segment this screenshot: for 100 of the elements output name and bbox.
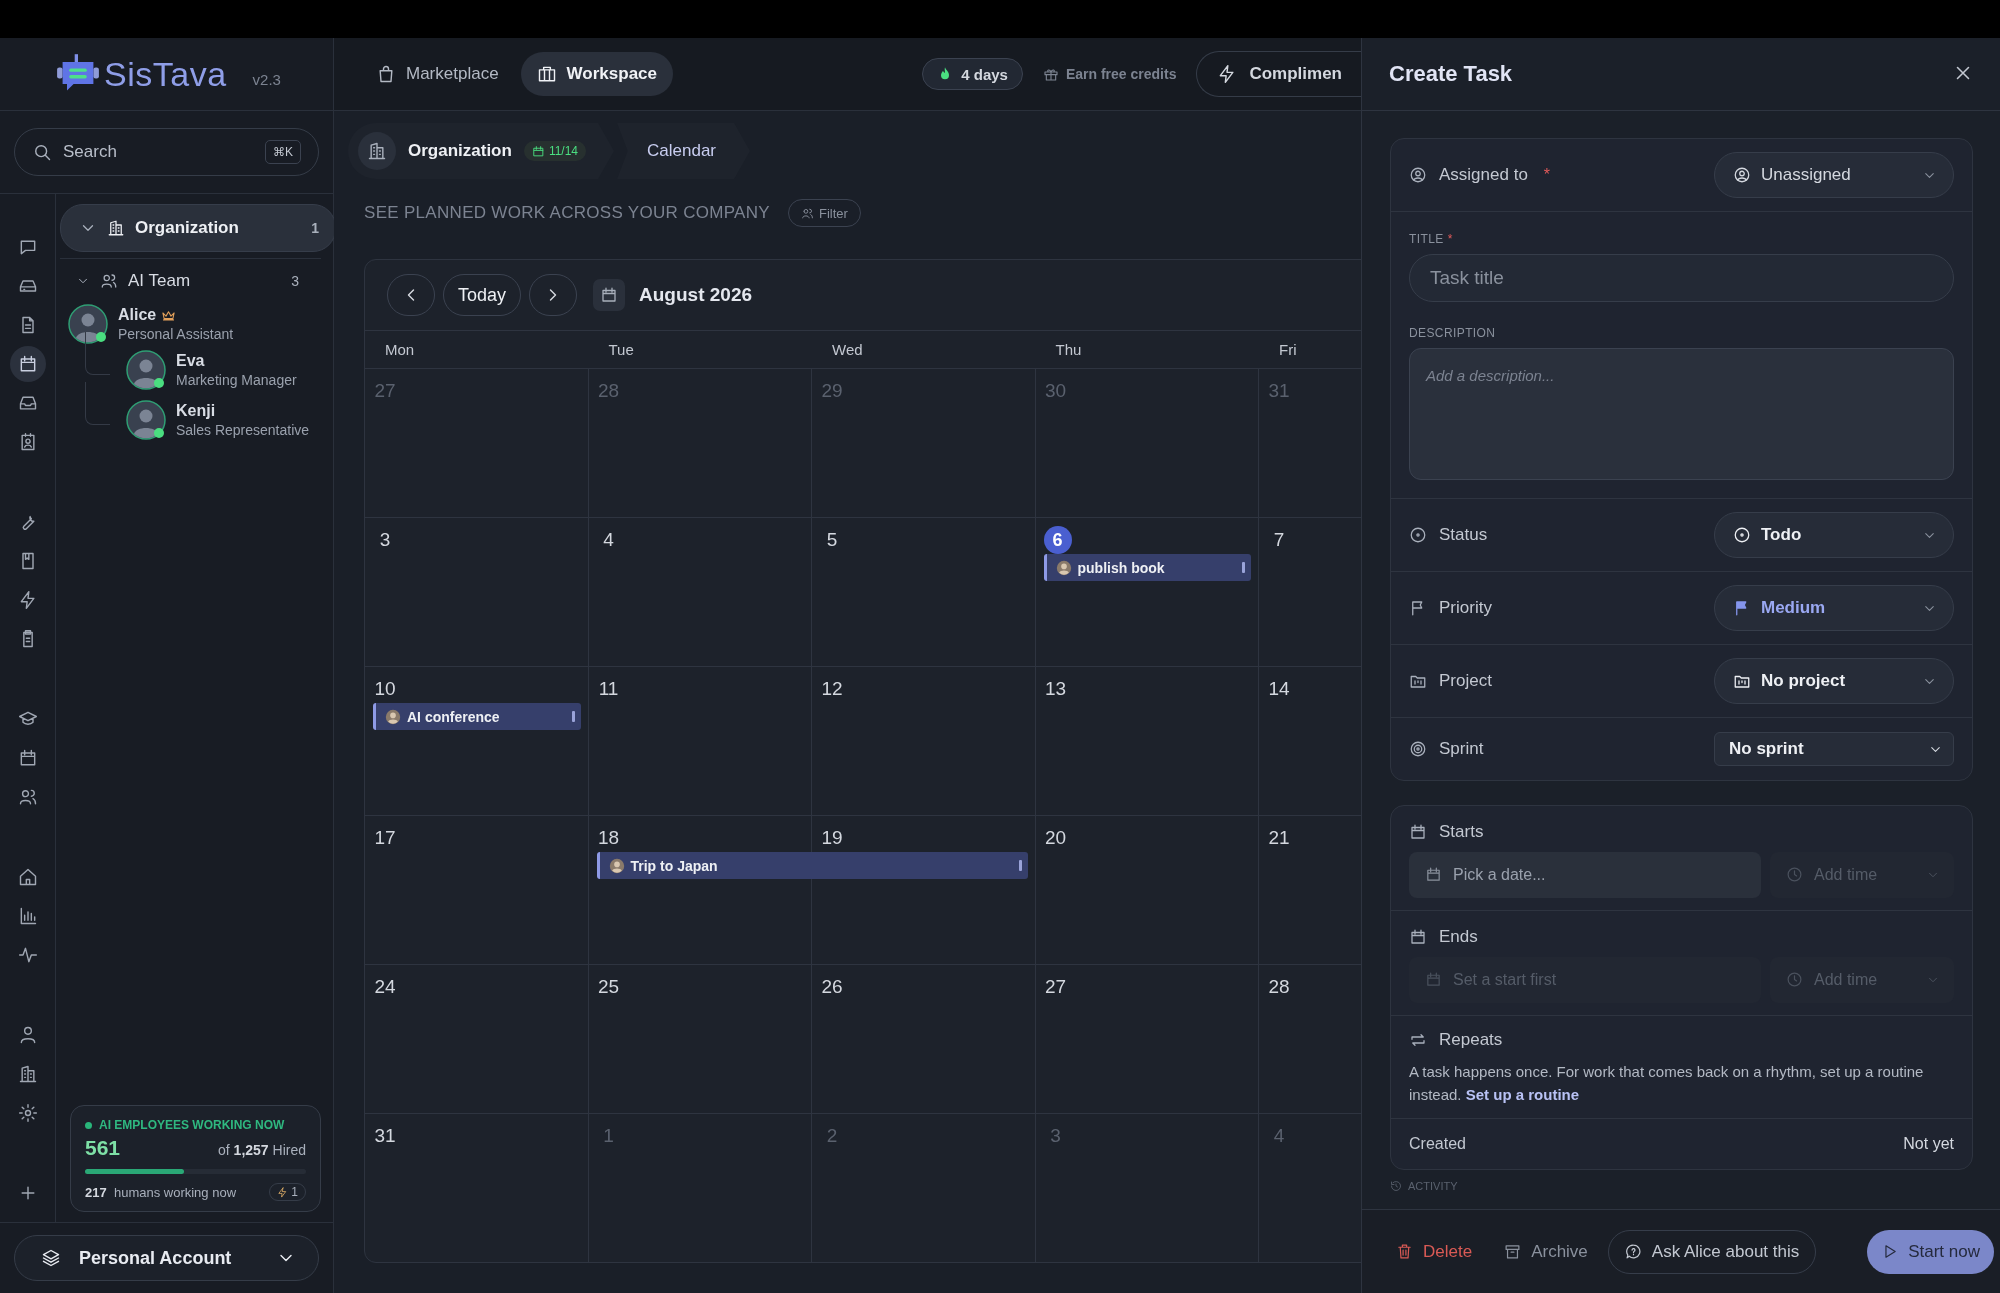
calendar-event[interactable]: Trip to Japan xyxy=(596,852,1028,879)
day-number: 13 xyxy=(1043,677,1068,701)
building-icon xyxy=(358,132,396,170)
delete-button[interactable]: Delete xyxy=(1392,1229,1485,1274)
badge-text: 11/14 xyxy=(548,144,579,158)
version-label: v2.3 xyxy=(252,70,281,88)
day-number: 25 xyxy=(596,975,621,999)
tree-line xyxy=(85,381,110,425)
page-subtitle: SEE PLANNED WORK ACROSS YOUR COMPANY xyxy=(364,203,770,223)
dropdown[interactable]: Medium xyxy=(1714,585,1954,631)
avatar xyxy=(1055,559,1072,576)
field-label: Priority xyxy=(1439,598,1492,618)
day-number: 20 xyxy=(1043,826,1068,850)
person-name: Kenji xyxy=(176,402,216,420)
person-name: Eva xyxy=(176,352,205,370)
field-label: DESCRIPTION xyxy=(1409,326,1496,340)
title-input[interactable]: Task title xyxy=(1409,254,1954,302)
target-icon xyxy=(1409,740,1427,758)
dropdown[interactable]: No project xyxy=(1714,658,1954,704)
day-number: 28 xyxy=(596,379,621,403)
avatar[interactable] xyxy=(68,304,108,344)
avatar[interactable] xyxy=(126,350,166,390)
day-number: 3 xyxy=(1049,1124,1062,1148)
avatar xyxy=(385,708,401,725)
nav-tab[interactable]: Workspace xyxy=(520,52,673,96)
tree-item[interactable]: AI Team 3 xyxy=(60,263,321,299)
layers-icon xyxy=(41,1248,61,1268)
day-number: 4 xyxy=(602,528,615,552)
avatar xyxy=(608,857,625,874)
resize-handle[interactable] xyxy=(1018,860,1022,871)
day-number: 26 xyxy=(820,975,844,999)
nav-tab[interactable]: Marketplace xyxy=(360,52,515,96)
account-switcher[interactable]: Personal Account xyxy=(14,1235,319,1281)
panel-title: Create Task xyxy=(1389,61,1513,87)
users-icon xyxy=(17,787,38,807)
gift-icon xyxy=(1042,66,1059,82)
hired-text: of 1,257 Hired xyxy=(218,1142,306,1158)
calendar-icon xyxy=(531,144,545,158)
calendar-icon xyxy=(1425,866,1442,883)
weekday-label: Thu xyxy=(1054,341,1083,358)
archive-button[interactable]: Archive xyxy=(1492,1229,1600,1274)
calendar-icon xyxy=(1425,971,1442,988)
day-number: 29 xyxy=(820,379,844,403)
calendar-icon xyxy=(1409,823,1427,841)
dropdown[interactable]: Todo xyxy=(1714,512,1954,558)
archive-icon xyxy=(1504,1243,1522,1260)
field-label: Project xyxy=(1439,671,1492,691)
event-title: Trip to Japan xyxy=(630,857,719,874)
history-icon xyxy=(1390,1180,1402,1192)
lightning-icon xyxy=(277,1186,289,1198)
avatar[interactable] xyxy=(126,400,166,440)
earn-credits-link[interactable]: Earn free credits xyxy=(1028,66,1191,82)
clock-icon xyxy=(1786,971,1803,988)
calendar-event[interactable]: AI conference xyxy=(373,703,581,730)
required-mark: * xyxy=(1543,166,1551,184)
day-number: 10 xyxy=(373,677,397,701)
search-icon xyxy=(32,142,52,162)
sidebar-nav-button[interactable] xyxy=(9,346,46,382)
dropdown[interactable]: Unassigned xyxy=(1714,152,1954,198)
date-field[interactable]: Pick a date... xyxy=(1409,852,1761,898)
day-number: 27 xyxy=(1043,975,1068,999)
person-role: Personal Assistant xyxy=(118,326,234,342)
day-number: 11 xyxy=(597,677,620,701)
day-number: 3 xyxy=(378,528,392,552)
weekday-label: Wed xyxy=(831,341,864,358)
field-label: Assigned to xyxy=(1439,165,1528,185)
chat-question-icon xyxy=(1624,1243,1642,1260)
calendar-icon xyxy=(1409,928,1427,946)
streak-badge[interactable]: 4 days xyxy=(922,58,1023,90)
inbox-icon xyxy=(17,393,38,413)
working-count: 561 xyxy=(85,1136,121,1160)
description-input[interactable]: Add a description... xyxy=(1409,348,1954,480)
field-label: Ends xyxy=(1439,927,1478,947)
day-number: 18 xyxy=(596,826,621,850)
day-number: 12 xyxy=(820,677,844,701)
resize-handle[interactable] xyxy=(1242,562,1245,573)
day-number: 30 xyxy=(1043,379,1068,403)
event-title: AI conference xyxy=(407,708,501,725)
event-title: publish book xyxy=(1077,559,1166,576)
breadcrumb-item[interactable]: Organization 11/14 xyxy=(348,123,615,179)
settings-icon xyxy=(17,1103,38,1123)
day-number: 27 xyxy=(373,379,397,403)
routine-link[interactable]: Set up a routine xyxy=(1465,1086,1580,1103)
person-role: Sales Representative xyxy=(176,422,310,438)
weekday-label: Tue xyxy=(607,341,635,358)
resize-handle[interactable] xyxy=(571,711,575,722)
field-label: Repeats xyxy=(1439,1030,1503,1050)
breadcrumb-link[interactable]: Calendar xyxy=(617,123,751,179)
humans-text: 217 humans working now xyxy=(85,1184,237,1200)
month-title: August 2026 xyxy=(639,284,753,306)
dropdown[interactable]: No sprint xyxy=(1714,732,1954,766)
pulse-icon xyxy=(17,945,38,965)
required-mark: * xyxy=(1447,232,1453,246)
repeat-icon xyxy=(1409,1031,1427,1049)
calendar-icon xyxy=(593,279,626,311)
tree-item[interactable]: Organization 1 xyxy=(60,204,336,252)
start-button[interactable]: Start now xyxy=(1867,1229,1994,1274)
section-heading: ACTIVITY xyxy=(1408,1180,1458,1192)
day-number: 17 xyxy=(373,826,397,850)
calendar-event[interactable]: publish book xyxy=(1043,554,1251,581)
